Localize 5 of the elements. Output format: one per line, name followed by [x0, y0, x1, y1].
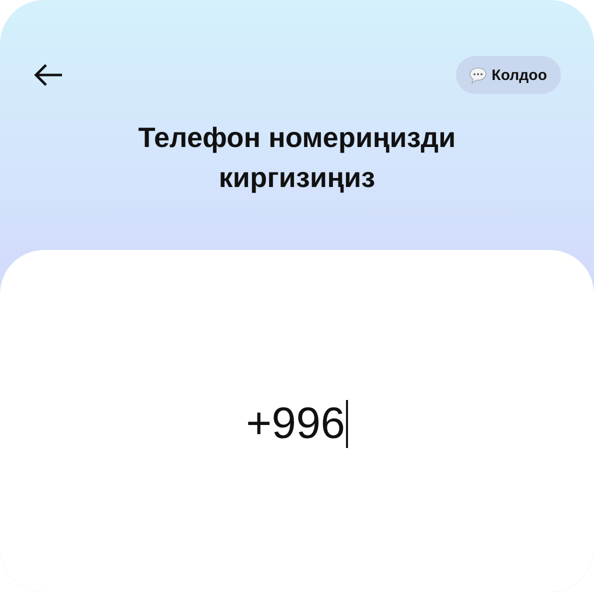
back-icon[interactable] — [33, 63, 65, 87]
help-button[interactable]: Колдоо — [456, 56, 561, 94]
page-title: Телефон номериңизди киргизиңиз — [137, 121, 457, 195]
speech-bubble-icon — [468, 66, 487, 84]
phone-input-field[interactable]: +996 — [246, 396, 348, 452]
